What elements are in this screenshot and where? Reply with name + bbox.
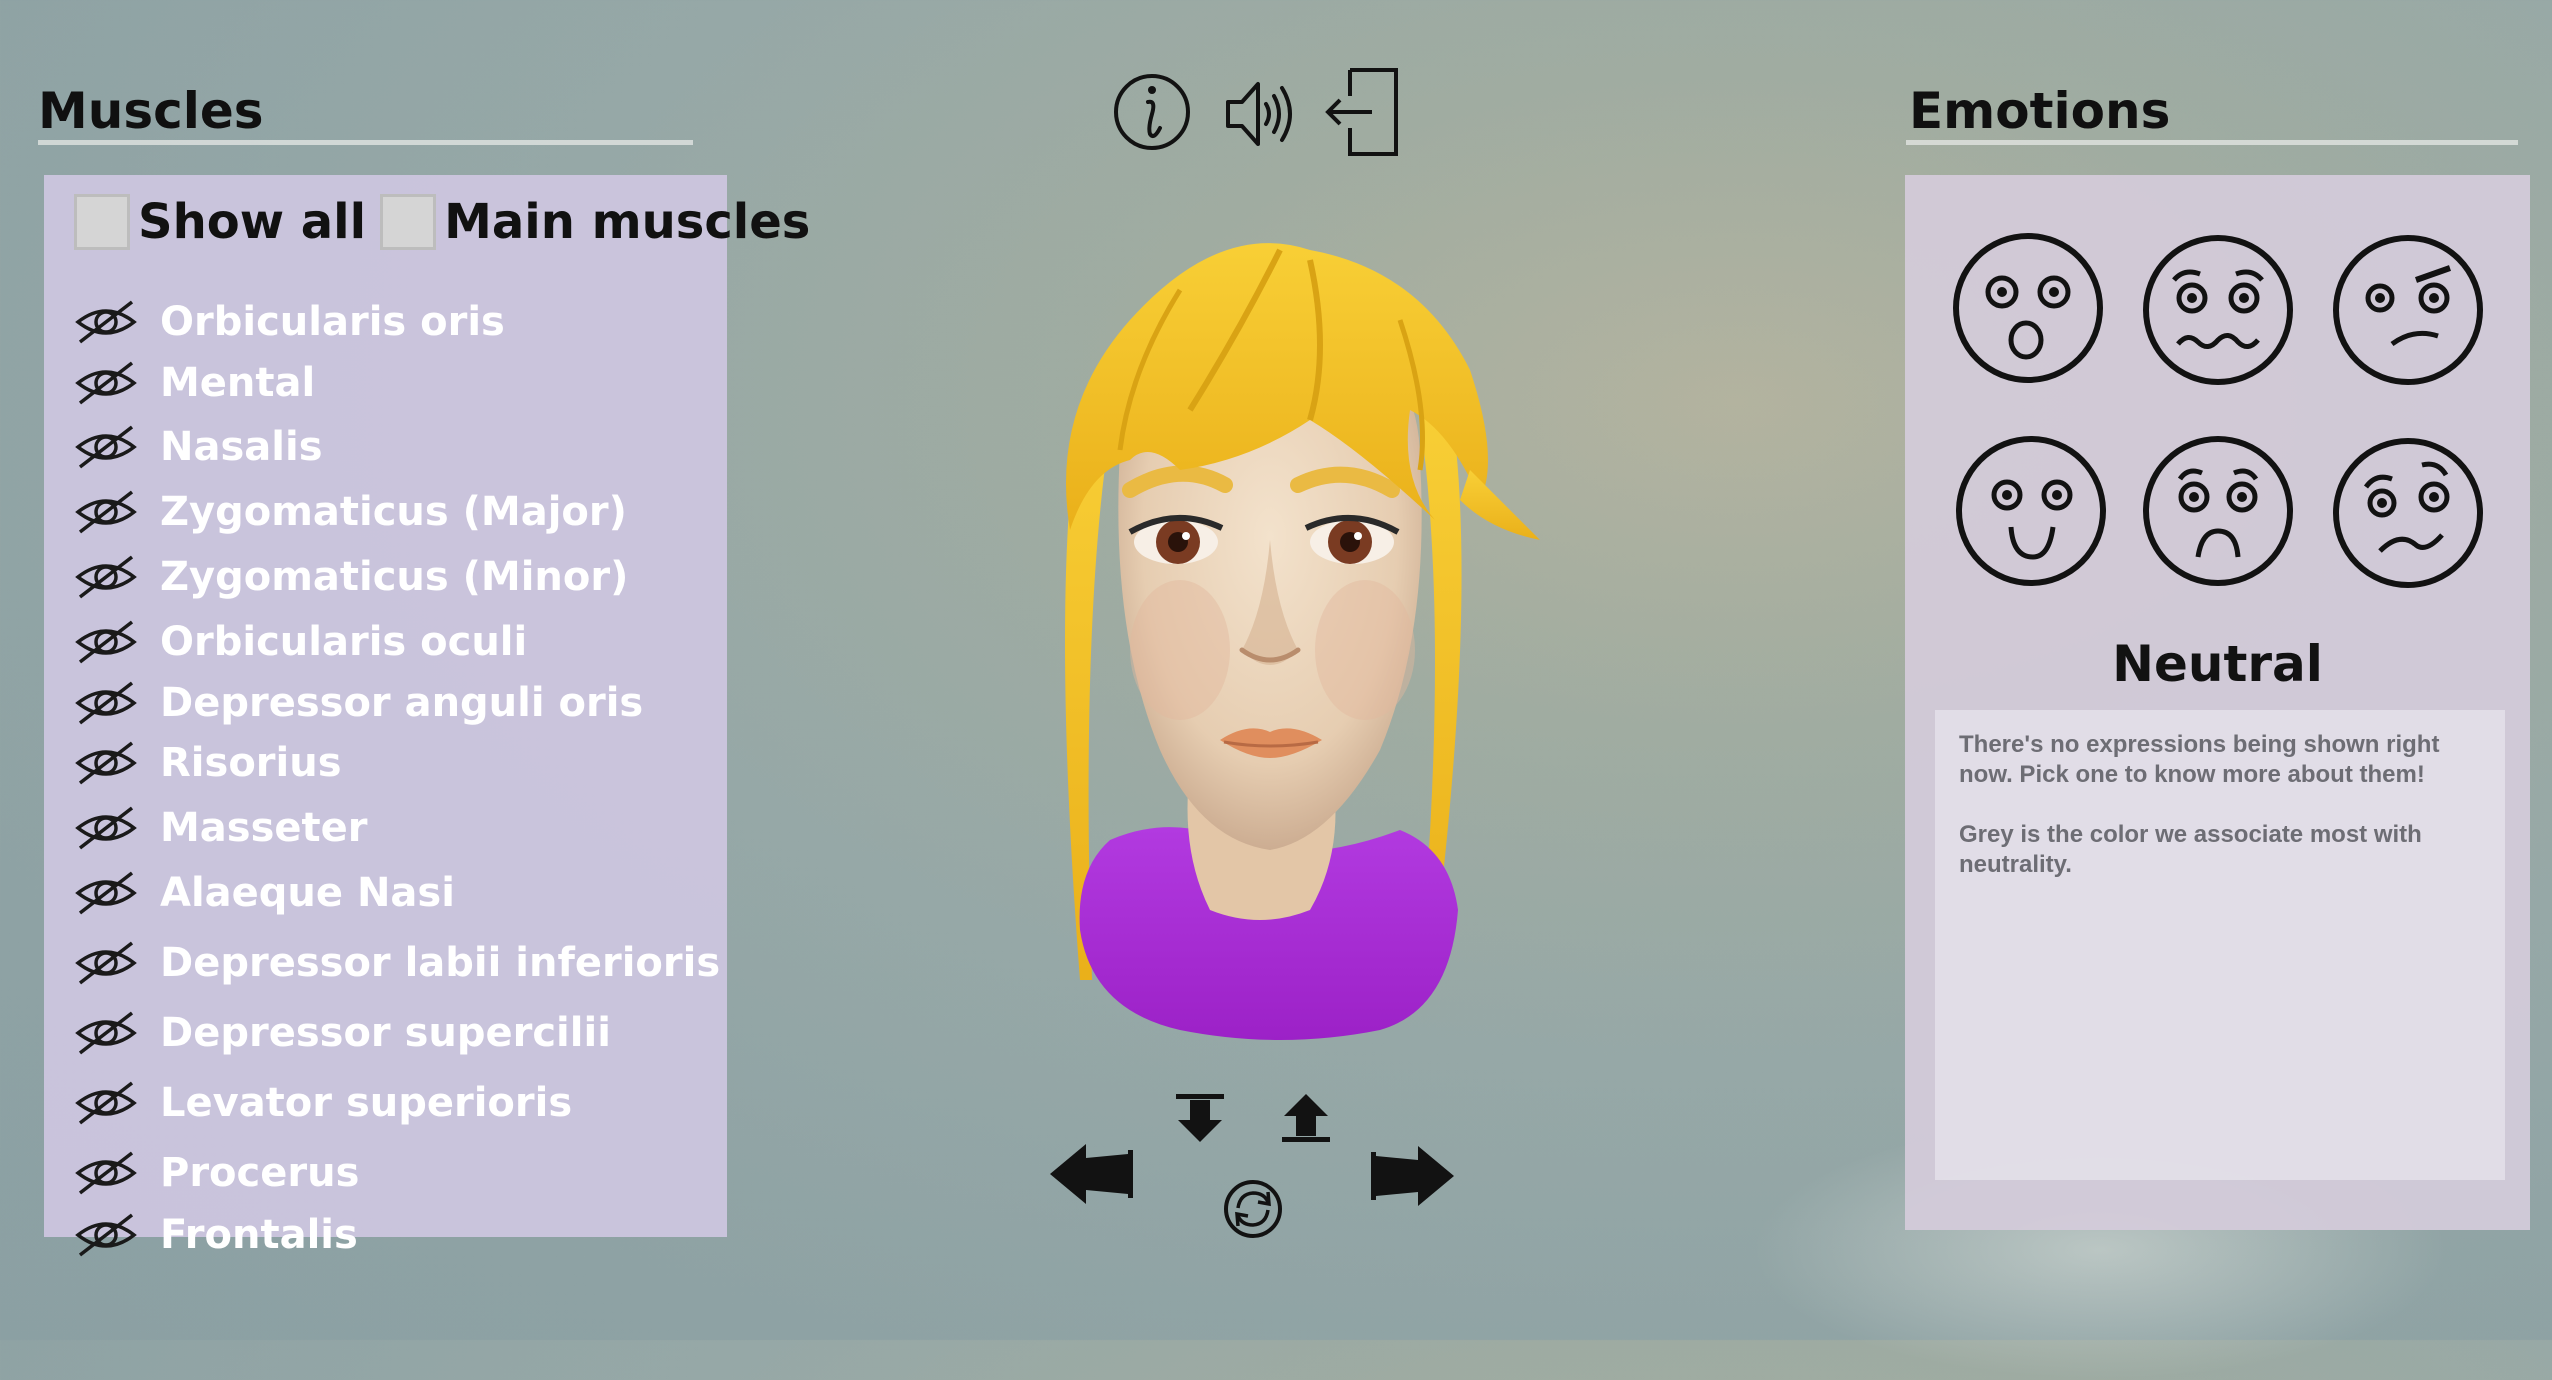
- eye-hidden-icon[interactable]: [74, 939, 138, 987]
- exit-icon[interactable]: [1322, 66, 1402, 158]
- eye-hidden-icon[interactable]: [74, 359, 138, 407]
- muscle-label: Depressor labii inferioris: [160, 940, 721, 986]
- emotions-title: Emotions: [1909, 82, 2171, 140]
- main-muscles-checkbox[interactable]: [380, 194, 437, 250]
- muscle-item-risorius[interactable]: Risorius: [74, 733, 342, 793]
- muscle-label: Procerus: [160, 1150, 360, 1196]
- muscle-filter-row: Show all Main muscles: [74, 190, 824, 254]
- muscles-panel: Show all Main muscles Orbicularis oris M…: [44, 175, 810, 1258]
- muscle-item-depressor-anguli-oris[interactable]: Depressor anguli oris: [74, 673, 643, 733]
- eye-hidden-icon[interactable]: [74, 869, 138, 917]
- muscle-label: Frontalis: [160, 1212, 358, 1258]
- eye-hidden-icon[interactable]: [74, 618, 138, 666]
- muscle-item-zygomaticus-minor[interactable]: Zygomaticus (Minor): [74, 547, 628, 607]
- emotion-description-paragraph: Grey is the color we associate most with…: [1959, 821, 2422, 878]
- eye-hidden-icon[interactable]: [74, 804, 138, 852]
- eye-hidden-icon[interactable]: [74, 298, 138, 346]
- muscle-item-orbicularis-oris[interactable]: Orbicularis oris: [74, 292, 505, 352]
- muscle-item-depressor-supercilii[interactable]: Depressor supercilii: [74, 1003, 611, 1063]
- emotions-title-underline: [1906, 140, 2518, 145]
- muscle-item-orbicularis-oculi[interactable]: Orbicularis oculi: [74, 612, 527, 672]
- show-all-label: Show all: [138, 194, 367, 250]
- eye-hidden-icon[interactable]: [74, 423, 138, 471]
- muscles-title-underline: [38, 140, 693, 145]
- muscle-label: Risorius: [160, 740, 342, 786]
- muscle-item-mental[interactable]: Mental: [74, 353, 315, 413]
- eye-hidden-icon[interactable]: [74, 1079, 138, 1127]
- muscle-item-masseter[interactable]: Masseter: [74, 798, 368, 858]
- muscles-title: Muscles: [38, 82, 264, 140]
- rotate-right-arrow-icon[interactable]: [1368, 1142, 1458, 1210]
- disgusted-face-icon[interactable]: [2330, 435, 2486, 591]
- muscle-label: Depressor anguli oris: [160, 680, 644, 726]
- eye-hidden-icon[interactable]: [74, 1211, 138, 1259]
- reset-rotation-icon[interactable]: [1222, 1178, 1284, 1240]
- eye-hidden-icon[interactable]: [74, 679, 138, 727]
- speaker-icon[interactable]: [1224, 76, 1304, 152]
- muscle-item-frontalis[interactable]: Frontalis: [74, 1205, 358, 1265]
- muscle-label: Masseter: [160, 805, 368, 851]
- eye-hidden-icon[interactable]: [74, 1149, 138, 1197]
- muscle-item-procerus[interactable]: Procerus: [74, 1143, 359, 1203]
- eye-hidden-icon[interactable]: [74, 553, 138, 601]
- fearful-face-icon[interactable]: [2140, 232, 2296, 388]
- muscle-label: Mental: [160, 360, 316, 406]
- eye-hidden-icon[interactable]: [74, 739, 138, 787]
- muscle-label: Zygomaticus (Major): [160, 489, 627, 535]
- emotion-description-box: There's no expressions being shown right…: [1935, 710, 2505, 1180]
- eye-hidden-icon[interactable]: [74, 488, 138, 536]
- happy-face-icon[interactable]: [1953, 433, 2109, 589]
- rotate-left-arrow-icon[interactable]: [1046, 1140, 1136, 1208]
- muscle-label: Zygomaticus (Minor): [160, 554, 629, 600]
- muscle-item-levator-superioris[interactable]: Levator superioris: [74, 1073, 572, 1133]
- emotion-description-paragraph: There's no expressions being shown right…: [1959, 731, 2440, 788]
- muscle-item-nasalis[interactable]: Nasalis: [74, 417, 323, 477]
- muscle-item-zygomaticus-major[interactable]: Zygomaticus (Major): [74, 482, 627, 542]
- emotion-description: There's no expressions being shown right…: [1959, 730, 2489, 910]
- muscle-label: Nasalis: [160, 424, 323, 470]
- info-icon[interactable]: [1112, 70, 1192, 154]
- muscle-label: Alaeque Nasi: [160, 870, 455, 916]
- tilt-up-arrow-icon[interactable]: [1278, 1090, 1334, 1146]
- selected-emotion-name: Neutral: [2112, 635, 2323, 693]
- main-muscles-label: Main muscles: [444, 194, 811, 250]
- tilt-down-arrow-icon[interactable]: [1172, 1090, 1228, 1146]
- surprised-face-icon[interactable]: [1950, 230, 2106, 386]
- muscle-label: Orbicularis oris: [160, 299, 505, 345]
- muscle-item-alaeque-nasi[interactable]: Alaeque Nasi: [74, 863, 455, 923]
- muscle-label: Levator superioris: [160, 1080, 573, 1126]
- eye-hidden-icon[interactable]: [74, 1009, 138, 1057]
- head-model[interactable]: [980, 210, 1560, 1070]
- muscle-label: Depressor supercilii: [160, 1010, 611, 1056]
- angry-face-icon[interactable]: [2330, 232, 2486, 388]
- muscle-label: Orbicularis oculi: [160, 619, 528, 665]
- show-all-checkbox[interactable]: [74, 194, 130, 250]
- sad-face-icon[interactable]: [2140, 433, 2296, 589]
- emotions-panel: Neutral There's no expressions being sho…: [1905, 175, 2530, 1230]
- muscle-item-depressor-labii-inferioris[interactable]: Depressor labii inferioris: [74, 933, 720, 993]
